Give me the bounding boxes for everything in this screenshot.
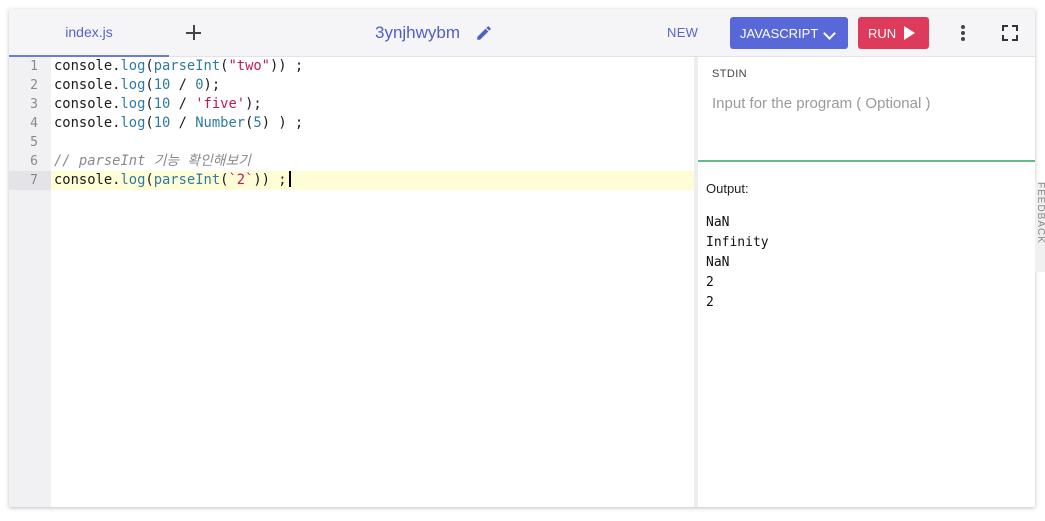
code-text: console.log(parseInt(`2`)) ; <box>54 171 291 190</box>
output-line: NaN <box>706 255 730 270</box>
line-number: 4 <box>30 116 38 131</box>
code-line[interactable]: 1 console.log(parseInt("two")) ; <box>9 57 694 76</box>
line-number: 1 <box>30 59 38 74</box>
code-line-active[interactable]: 7 console.log(parseInt(`2`)) ; <box>9 171 694 190</box>
stdin-label: STDIN <box>712 68 747 80</box>
code-text: console.log(10 / 0); <box>54 77 221 93</box>
line-number: 5 <box>30 135 38 150</box>
run-label: RUN <box>868 25 897 41</box>
pencil-icon[interactable] <box>475 24 493 42</box>
fullscreen-icon[interactable] <box>1002 25 1018 41</box>
tab-index-js[interactable]: index.js <box>9 9 169 57</box>
output-line: NaN <box>706 215 730 230</box>
top-toolbar: index.js 3ynjhwybm NEW JAVASCRIPT RUN <box>9 9 1035 57</box>
output-lines: NaN Infinity NaN 2 2 <box>706 213 769 313</box>
play-icon <box>904 26 915 40</box>
code-editor[interactable]: 1 console.log(parseInt("two")) ; 2 conso… <box>9 57 694 507</box>
add-file-icon[interactable] <box>183 22 205 44</box>
code-text: console.log(10 / Number(5) ) ; <box>54 115 304 131</box>
new-button[interactable]: NEW <box>667 23 698 43</box>
stdin-input[interactable] <box>712 92 1022 114</box>
code-line[interactable]: 5 <box>9 133 694 152</box>
code-line[interactable]: 2 console.log(10 / 0); <box>9 76 694 95</box>
project-title[interactable]: 3ynjhwybm <box>375 21 460 45</box>
code-comment: // parseInt 기능 확인해보기 <box>54 153 251 169</box>
language-select-button[interactable]: JAVASCRIPT <box>730 17 848 49</box>
chevron-down-icon <box>823 27 836 40</box>
run-button[interactable]: RUN <box>858 17 929 49</box>
code-line[interactable]: 4 console.log(10 / Number(5) ) ; <box>9 114 694 133</box>
language-label: JAVASCRIPT <box>740 25 819 41</box>
feedback-tab[interactable]: FEEDBACK <box>1035 182 1045 272</box>
code-line[interactable]: 3 console.log(10 / 'five'); <box>9 95 694 114</box>
line-number: 2 <box>30 78 38 93</box>
output-panel: Output: NaN Infinity NaN 2 2 <box>698 164 1035 507</box>
output-line: Infinity <box>706 235 769 250</box>
code-editor-app: index.js 3ynjhwybm NEW JAVASCRIPT RUN 1 … <box>9 9 1035 507</box>
output-line: 2 <box>706 275 714 290</box>
output-label: Output: <box>706 181 749 196</box>
code-line[interactable]: 6 // parseInt 기능 확인해보기 <box>9 152 694 171</box>
text-cursor <box>288 171 291 187</box>
feedback-label: FEEDBACK <box>1035 182 1045 244</box>
line-number: 3 <box>30 97 38 112</box>
more-options-icon[interactable] <box>953 23 973 43</box>
stdin-panel: STDIN <box>698 57 1035 162</box>
code-text: console.log(10 / 'five'); <box>54 96 262 112</box>
code-text: console.log(parseInt("two")) ; <box>54 58 304 74</box>
line-number: 6 <box>30 154 38 169</box>
tab-label: index.js <box>65 24 113 40</box>
output-line: 2 <box>706 295 714 310</box>
line-number: 7 <box>9 171 51 190</box>
